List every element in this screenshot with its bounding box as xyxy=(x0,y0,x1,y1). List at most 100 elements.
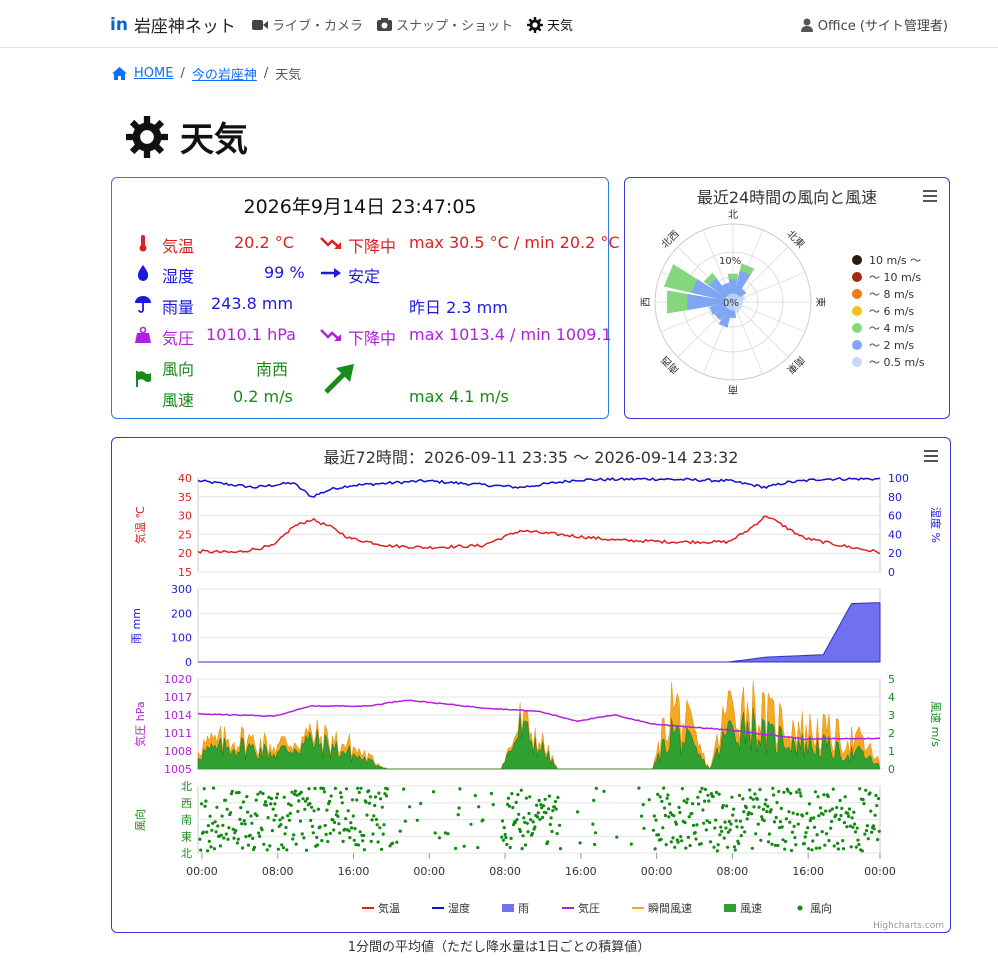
breadcrumb-home[interactable]: HOME xyxy=(134,66,173,81)
wind-direction-point xyxy=(686,835,691,839)
axis-tick-label: 35 xyxy=(178,491,192,504)
axis-title: 風速 m/s xyxy=(929,701,942,747)
wind-direction-point xyxy=(297,799,301,803)
wind-direction-point xyxy=(629,842,633,846)
wind-direction-point xyxy=(708,840,713,844)
wind-direction-point xyxy=(767,832,772,836)
wind-direction-point xyxy=(738,819,743,823)
wind-direction-point xyxy=(312,809,316,813)
x-axis-label: 00:00 xyxy=(641,865,673,878)
wind-direction-point xyxy=(658,795,662,799)
rose-legend-marker xyxy=(852,306,862,316)
wind-direction-point xyxy=(208,814,212,818)
wind-direction-point xyxy=(664,843,668,847)
wind-direction-point xyxy=(524,796,528,800)
wind-direction-point xyxy=(272,818,276,822)
rose-direction-label: 北 xyxy=(728,209,738,221)
axis-tick-label: 2 xyxy=(888,727,895,740)
wind-direction-point xyxy=(307,787,311,791)
rose-legend-marker xyxy=(852,340,862,350)
axis-tick-label: 1014 xyxy=(164,709,192,722)
wind-direction-point xyxy=(804,831,808,835)
wind-direction-point xyxy=(651,828,656,832)
rose-legend-label: ～ 0.5 m/s xyxy=(869,356,925,369)
chart-panel-1 xyxy=(197,477,881,573)
axis-tick-label: 0 xyxy=(888,763,895,776)
wind-direction-point xyxy=(668,802,672,806)
axis-tick-label: 300 xyxy=(171,583,192,596)
wind-direction-point xyxy=(310,805,314,809)
wind-direction-point xyxy=(755,797,760,801)
wind-direction-point xyxy=(684,846,688,850)
wind-direction-point xyxy=(382,823,386,827)
brand-link[interactable]: in 岩座神ネット xyxy=(110,12,236,38)
user-menu[interactable]: Office (サイト管理者) xyxy=(800,15,948,34)
wind-direction-point xyxy=(731,813,735,817)
wind-direction-point xyxy=(703,799,707,803)
wind-direction-point xyxy=(811,839,815,843)
wind-direction-point xyxy=(874,793,878,798)
wind-direction-point xyxy=(706,793,710,797)
wind-direction-point xyxy=(687,815,691,819)
axis-title: 雨 mm xyxy=(130,608,143,644)
breadcrumb-parent[interactable]: 今の岩座神 xyxy=(192,64,257,83)
wind-direction-point xyxy=(712,845,716,849)
wind-direction-point xyxy=(527,811,531,816)
wind-direction-point xyxy=(845,825,849,829)
wind-direction-point xyxy=(841,847,846,851)
wind-direction-point xyxy=(322,790,326,794)
chart-panel-2 xyxy=(197,588,881,663)
wind-direction-point xyxy=(391,841,395,845)
wind-direction-point xyxy=(876,838,880,842)
wind-direction-point xyxy=(502,826,506,830)
wind-direction-point xyxy=(351,814,355,818)
wind-direction-point xyxy=(829,826,833,830)
wind-direction-point xyxy=(454,846,458,850)
temperature-line xyxy=(197,515,881,555)
wind-direction-point xyxy=(700,786,704,790)
wind-direction-point xyxy=(656,792,660,796)
wind-direction-point xyxy=(749,812,754,816)
legend-label: 湿度 xyxy=(448,901,470,915)
brand-name: 岩座神ネット xyxy=(133,17,236,37)
wind-direction-point xyxy=(720,829,724,833)
wind-direction-point xyxy=(711,795,715,799)
wind-direction-point xyxy=(509,836,513,840)
wind-direction-point xyxy=(838,798,842,803)
wind-direction-point xyxy=(779,806,783,810)
wind-direction-point xyxy=(520,847,524,851)
wind-direction-point xyxy=(373,795,378,799)
wind-direction-point xyxy=(716,843,720,847)
wind-direction-point xyxy=(200,802,204,806)
wind-direction-point xyxy=(285,848,289,852)
x-axis-label: 00:00 xyxy=(413,865,445,878)
wind-direction-point xyxy=(240,846,245,850)
wind-direction-point xyxy=(296,809,300,814)
history-chart: 4035302520151008060402003002001000102010… xyxy=(130,472,944,931)
wind-direction-point xyxy=(830,819,834,824)
wind-direction-point xyxy=(556,795,560,800)
axis-tick-label: 100 xyxy=(888,472,909,485)
nav-item-snapshot[interactable]: スナップ・ショット xyxy=(377,15,513,34)
wind-direction-point xyxy=(830,807,835,811)
wind-direction-point xyxy=(677,805,681,809)
wind-direction-point xyxy=(721,803,725,808)
wind-direction-point xyxy=(279,823,283,827)
axis-tick-label: 40 xyxy=(178,472,192,485)
wind-direction-point xyxy=(298,819,303,823)
wind-direction-point xyxy=(782,790,786,794)
wind-direction-point xyxy=(398,829,402,833)
nav-item-live-camera[interactable]: ライブ・カメラ xyxy=(252,15,363,34)
wind-direction-point xyxy=(558,823,562,827)
wind-direction-point xyxy=(332,828,336,832)
wind-direction-point xyxy=(504,836,508,840)
wind-direction-point xyxy=(726,845,730,849)
nav-item-weather[interactable]: 天気 xyxy=(527,15,573,34)
wind-direction-point xyxy=(661,826,665,830)
wind-direction-point xyxy=(246,810,250,814)
wind-direction-point xyxy=(555,832,559,836)
wind-direction-point xyxy=(327,799,332,803)
wind-direction-point xyxy=(235,841,239,845)
wind-direction-point xyxy=(766,840,771,844)
wind-direction-point xyxy=(847,814,851,818)
